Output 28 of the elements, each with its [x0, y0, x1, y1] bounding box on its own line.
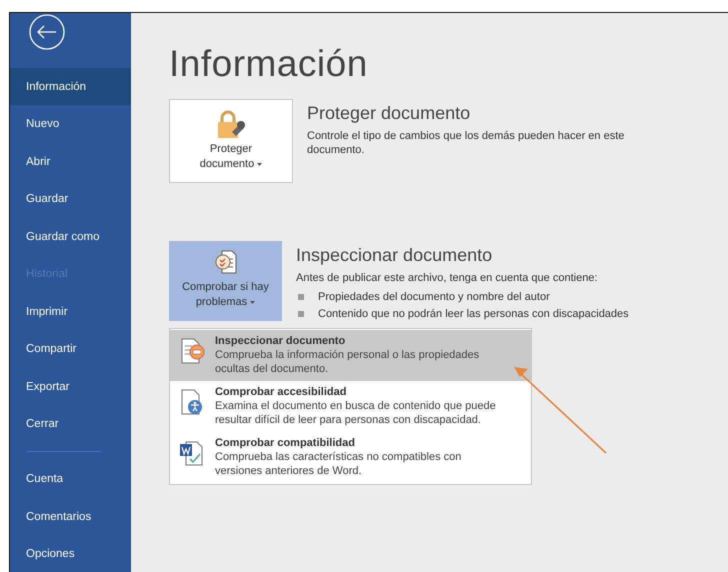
section-title: Proteger documento — [307, 103, 472, 124]
sidebar-item[interactable]: Comentarios — [10, 498, 131, 536]
section-description: Antes de publicar este archivo, tenga en cuenta que contiene: — [296, 271, 598, 285]
dropdown-button[interactable]: Comprobar si hay problemas — [169, 241, 282, 321]
dropdown-button[interactable]: Proteger documento — [169, 99, 293, 183]
menu-item[interactable]: Inspeccionar documento Comprueba la información personal o las propiedades ocultas del documento. — [170, 330, 531, 381]
bullet-text: Propiedades del documento y nombre del autor — [318, 290, 550, 302]
sidebar-item[interactable]: Abrir — [10, 142, 131, 180]
sidebar-item[interactable]: Nuevo — [10, 105, 131, 143]
sidebar-item[interactable]: Información — [10, 68, 131, 106]
sidebar-item[interactable]: Exportar — [10, 368, 131, 406]
section-title: Inspeccionar documento — [296, 245, 494, 266]
checklist-icon — [214, 249, 238, 275]
sidebar-item[interactable]: Opciones — [10, 535, 131, 572]
bullet-text: Contenido que no podrán leer las personas con discapacidades — [318, 308, 629, 320]
bullet-icon — [298, 294, 304, 300]
sidebar-item[interactable]: Guardar como — [10, 218, 131, 256]
back-button[interactable] — [29, 14, 65, 50]
caret-icon — [257, 162, 262, 166]
section-description: Controle el tipo de cambios que los demás pueden hacer en este documento. — [307, 129, 626, 157]
caret-icon — [250, 300, 256, 304]
sidebar-item[interactable]: Cerrar — [10, 406, 131, 444]
sidebar-item[interactable]: Compartir — [10, 330, 131, 368]
sidebar-item[interactable]: Guardar — [10, 180, 131, 218]
sidebar-item[interactable]: Cuenta — [10, 460, 131, 498]
page-title: Información — [169, 43, 369, 85]
bullet-icon — [298, 310, 304, 316]
sidebar-item[interactable]: Imprimir — [10, 293, 131, 331]
